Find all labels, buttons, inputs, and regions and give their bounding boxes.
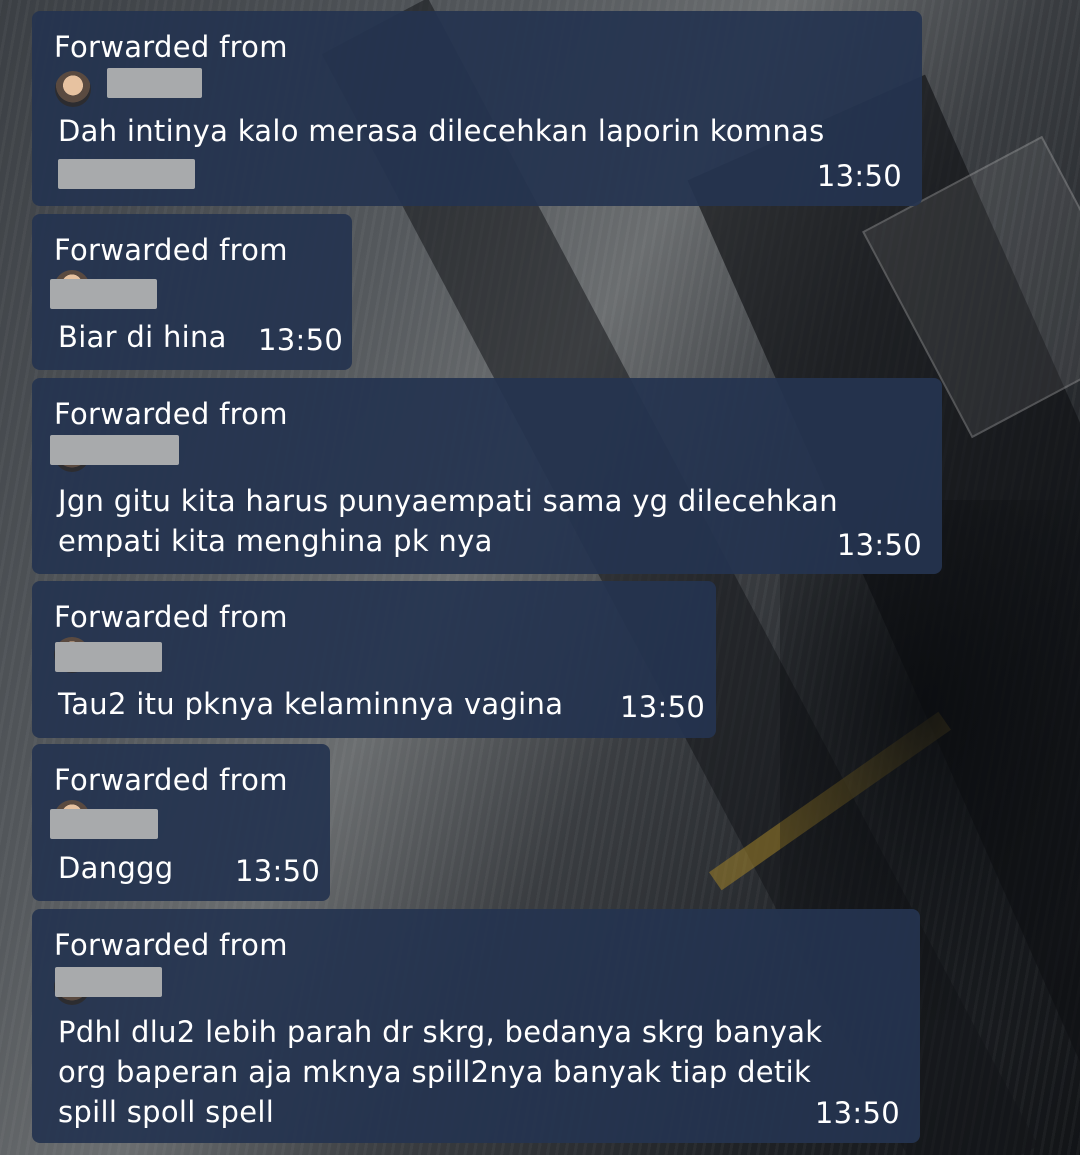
message-text: Danggg [58, 851, 174, 885]
message-text: Tau2 itu pknya kelaminnya vagina [58, 687, 564, 721]
message-time: 13:50 [836, 528, 922, 562]
redacted-text [58, 159, 195, 189]
forwarded-from-label: Forwarded from [54, 397, 288, 431]
sender-avatar-icon[interactable] [55, 71, 91, 107]
message-bubble[interactable]: Forwarded from Dah intinya kalo merasa d… [32, 11, 922, 206]
message-bubble[interactable]: Forwarded from Biar di hina 13:50 [32, 214, 352, 370]
message-time: 13:50 [814, 1096, 900, 1130]
message-time: 13:50 [816, 159, 902, 193]
forwarded-from-label: Forwarded from [54, 600, 288, 634]
message-bubble[interactable]: Forwarded from Jgn gitu kita harus punya… [32, 378, 942, 574]
redacted-sender-name [50, 435, 179, 465]
forwarded-from-label: Forwarded from [54, 233, 288, 267]
forwarded-from-label: Forwarded from [54, 928, 288, 962]
redacted-sender-name [55, 967, 162, 997]
forwarded-from-label: Forwarded from [54, 763, 288, 797]
message-time: 13:50 [620, 690, 706, 724]
message-text: Pdhl dlu2 lebih parah dr skrg, bedanya s… [58, 1015, 823, 1129]
message-text: Dah intinya kalo merasa dilecehkan lapor… [58, 114, 825, 148]
message-text: Biar di hina [58, 320, 227, 354]
message-bubble[interactable]: Forwarded from Pdhl dlu2 lebih parah dr … [32, 909, 920, 1143]
message-time: 13:50 [235, 854, 321, 888]
redacted-sender-name [50, 809, 158, 839]
forwarded-from-label: Forwarded from [54, 30, 288, 64]
message-text: Jgn gitu kita harus punyaempati sama yg … [58, 484, 838, 558]
message-time: 13:50 [258, 323, 344, 357]
message-bubble[interactable]: Forwarded from Danggg 13:50 [32, 744, 330, 901]
redacted-sender-name [107, 68, 202, 98]
redacted-sender-name [50, 279, 157, 309]
redacted-sender-name [55, 642, 162, 672]
message-bubble[interactable]: Forwarded from Tau2 itu pknya kelaminnya… [32, 581, 716, 738]
